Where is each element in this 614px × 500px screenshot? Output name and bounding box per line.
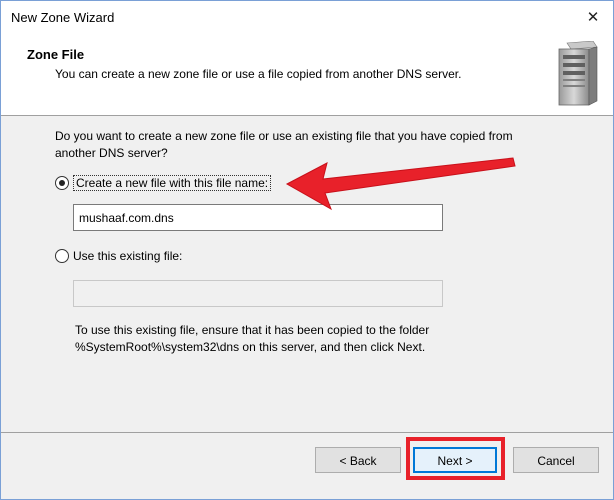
create-new-file-option[interactable]: Create a new file with this file name: xyxy=(55,175,272,191)
use-existing-file-label: Use this existing file: xyxy=(73,249,183,263)
next-button[interactable]: Next > xyxy=(413,447,497,473)
back-button[interactable]: < Back xyxy=(315,447,401,473)
cancel-button[interactable]: Cancel xyxy=(513,447,599,473)
create-new-file-label: Create a new file with this file name: xyxy=(73,175,272,191)
footer-divider xyxy=(1,432,613,433)
existing-file-note: To use this existing file, ensure that i… xyxy=(75,323,430,354)
window-title: New Zone Wizard xyxy=(11,10,115,25)
page-title: Zone File xyxy=(27,47,85,62)
close-icon[interactable]: ✕ xyxy=(579,5,607,31)
create-new-file-radio[interactable] xyxy=(55,176,69,190)
annotation-arrow-icon xyxy=(285,157,516,211)
use-existing-file-radio[interactable] xyxy=(55,249,69,263)
wizard-header: Zone File You can create a new zone file… xyxy=(1,35,613,116)
title-bar: New Zone Wizard ✕ xyxy=(1,1,613,35)
server-icon xyxy=(558,41,598,106)
page-subtitle: You can create a new zone file or use a … xyxy=(55,67,462,81)
wizard-window: New Zone Wizard ✕ Zone File You can crea… xyxy=(0,0,614,500)
use-existing-file-option[interactable]: Use this existing file: xyxy=(55,249,182,263)
existing-file-input[interactable] xyxy=(73,280,443,307)
